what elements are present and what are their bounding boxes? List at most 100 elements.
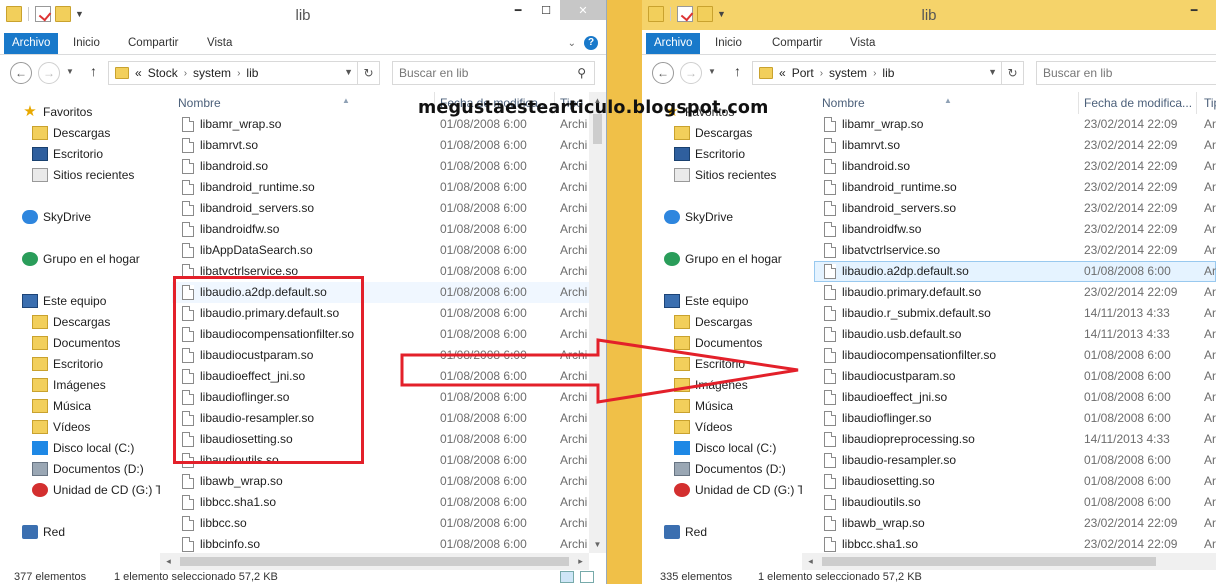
chevron-right-icon[interactable]: › (873, 68, 876, 79)
tab-home[interactable]: Inicio (66, 33, 107, 54)
expand-ribbon-icon[interactable]: ⌄ (568, 38, 576, 49)
file-row[interactable]: libandroidfw.so 23/02/2014 22:09 Ar (814, 219, 1216, 240)
chevron-right-icon[interactable]: › (184, 68, 187, 79)
file-row[interactable]: libandroid_servers.so 23/02/2014 22:09 Ar (814, 198, 1216, 219)
file-row[interactable]: libandroid_runtime.so 01/08/2008 6:00 Arch… (172, 177, 589, 198)
tab-file[interactable]: Archivo (4, 33, 59, 54)
file-row[interactable]: libaudiocustparam.so 01/08/2008 6:00 Archi (172, 345, 589, 366)
tab-file[interactable]: Archivo (646, 33, 701, 54)
scroll-left-icon[interactable]: ◂ (802, 553, 819, 570)
breadcrumb-port[interactable]: Port (792, 66, 814, 80)
nav-item[interactable]: Vídeos (32, 417, 90, 437)
refresh-icon[interactable]: ↻ (1001, 62, 1023, 84)
address-bar[interactable]: « Stock › system › lib ▼ ↻ (108, 61, 380, 85)
nav-item[interactable]: Escritorio (674, 354, 745, 374)
file-row[interactable]: libaudio.primary.default.so 01/08/2008 6:… (172, 303, 589, 324)
file-row[interactable]: libawb_wrap.so 23/02/2014 22:09 Ar (814, 513, 1216, 534)
column-divider[interactable] (1078, 92, 1079, 114)
nav-item[interactable]: Vídeos (674, 417, 732, 437)
large-icons-view-icon[interactable] (580, 571, 594, 583)
nav-item[interactable]: Grupo en el hogar (22, 249, 140, 269)
scroll-down-icon[interactable]: ▼ (589, 536, 606, 553)
maximize-icon[interactable]: ☐ (1208, 0, 1216, 20)
breadcrumb-lib[interactable]: lib (882, 66, 894, 80)
nav-item[interactable]: Descargas (32, 123, 110, 143)
maximize-icon[interactable]: ☐ (532, 0, 560, 20)
minimize-icon[interactable]: ━ (504, 0, 532, 20)
column-divider[interactable] (1196, 92, 1197, 114)
nav-item[interactable]: Imágenes (32, 375, 106, 395)
nav-item[interactable]: Este equipo (664, 291, 748, 311)
file-row[interactable]: libandroid_servers.so 01/08/2008 6:00 Arch… (172, 198, 589, 219)
file-row[interactable]: libaudioflinger.so 01/08/2008 6:00 Archi (172, 387, 589, 408)
file-row[interactable]: libaudiosetting.so 01/08/2008 6:00 Ar (814, 471, 1216, 492)
breadcrumb-stock[interactable]: Stock (148, 66, 178, 80)
nav-item[interactable]: Descargas (674, 123, 752, 143)
search-icon[interactable]: ⚲ (577, 66, 586, 80)
file-row[interactable]: libaudio.primary.default.so 23/02/2014 22… (814, 282, 1216, 303)
file-row[interactable]: libandroidfw.so 01/08/2008 6:00 Archi (172, 219, 589, 240)
breadcrumb-system[interactable]: system (829, 66, 867, 80)
file-row[interactable]: libaudio.r_submix.default.so 14/11/2013 4… (814, 303, 1216, 324)
tab-view[interactable]: Vista (843, 33, 882, 54)
file-row[interactable]: libbcc.sha1.so 23/02/2014 22:09 Ar (814, 534, 1216, 553)
file-row[interactable]: libaudioflinger.so 01/08/2008 6:00 Ar (814, 408, 1216, 429)
chevron-down-icon[interactable]: ▼ (988, 67, 997, 77)
file-row[interactable]: libaudio.a2dp.default.so 01/08/2008 6:00 A… (814, 261, 1216, 282)
file-row[interactable]: libaudiocompensationfilter.so 01/08/2008 … (814, 345, 1216, 366)
chevron-down-icon[interactable]: ▼ (344, 67, 353, 77)
tab-share[interactable]: Compartir (765, 33, 829, 54)
breadcrumb-overflow[interactable]: « (135, 66, 142, 80)
file-row[interactable]: libaudio-resampler.so 01/08/2008 6:00 Arch… (172, 408, 589, 429)
scroll-right-icon[interactable]: ▸ (572, 553, 589, 570)
nav-item[interactable]: SkyDrive (664, 207, 733, 227)
close-icon[interactable]: ✕ (560, 0, 606, 20)
chevron-right-icon[interactable]: › (237, 68, 240, 79)
back-icon[interactable]: ← (652, 62, 674, 84)
back-icon[interactable]: ← (10, 62, 32, 84)
tab-view[interactable]: Vista (200, 33, 239, 54)
file-row[interactable]: libaudioeffect_jni.so 01/08/2008 6:00 Arch… (172, 366, 589, 387)
file-row[interactable]: libatvctrlservice.so 01/08/2008 6:00 Archi (172, 261, 589, 282)
column-type[interactable]: Tip (1204, 96, 1216, 110)
column-name[interactable]: Nombre (822, 96, 865, 110)
file-row[interactable]: libbcc.so 01/08/2008 6:00 Archi (172, 513, 589, 534)
nav-item[interactable]: Documentos (674, 333, 762, 353)
scroll-thumb[interactable] (822, 557, 1156, 566)
nav-item[interactable]: Documentos (D:) (32, 459, 144, 479)
file-row[interactable]: libaudiocompensationfilter.so 01/08/2008 … (172, 324, 589, 345)
minimize-icon[interactable]: ━ (1180, 0, 1208, 20)
breadcrumb-system[interactable]: system (193, 66, 231, 80)
details-view-icon[interactable] (560, 571, 574, 583)
scroll-left-icon[interactable]: ◂ (160, 553, 177, 570)
column-date[interactable]: Fecha de modifica... (1084, 96, 1192, 110)
horizontal-scrollbar[interactable]: ◂ ▸ (160, 553, 589, 570)
file-row[interactable]: libaudioutils.so 01/08/2008 6:00 Ar (814, 492, 1216, 513)
breadcrumb-overflow[interactable]: « (779, 66, 786, 80)
recent-locations-icon[interactable]: ▼ (66, 67, 74, 76)
up-icon[interactable]: ↑ (90, 63, 97, 79)
nav-item[interactable]: Escritorio (32, 144, 103, 164)
chevron-right-icon[interactable]: › (820, 68, 823, 79)
file-row[interactable]: libaudiopreprocessing.so 14/11/2013 4:33 A… (814, 429, 1216, 450)
forward-icon[interactable]: → (38, 62, 60, 84)
help-icon[interactable]: ? (584, 36, 598, 50)
search-input[interactable]: Buscar en lib ⚲ (392, 61, 595, 85)
file-row[interactable]: libaudio.a2dp.default.so 01/08/2008 6:00 A… (172, 282, 589, 303)
scroll-thumb[interactable] (593, 114, 602, 144)
file-row[interactable]: libaudioutils.so 01/08/2008 6:00 Archi (172, 450, 589, 471)
file-row[interactable]: libandroid.so 23/02/2014 22:09 Ar (814, 156, 1216, 177)
refresh-icon[interactable]: ↻ (357, 62, 379, 84)
file-row[interactable]: libamrvt.so 23/02/2014 22:09 Ar (814, 135, 1216, 156)
nav-item[interactable]: Sitios recientes (674, 165, 776, 185)
nav-item[interactable]: Descargas (674, 312, 752, 332)
file-row[interactable]: libbcinfo.so 01/08/2008 6:00 Archi (172, 534, 589, 553)
nav-item[interactable]: Escritorio (32, 354, 103, 374)
file-row[interactable]: libawb_wrap.so 01/08/2008 6:00 Archi (172, 471, 589, 492)
horizontal-scrollbar[interactable]: ◂ (802, 553, 1216, 570)
nav-item[interactable]: Red (22, 522, 65, 542)
file-row[interactable]: libbcc.sha1.so 01/08/2008 6:00 Archi (172, 492, 589, 513)
column-name[interactable]: Nombre (178, 96, 221, 110)
file-row[interactable]: libamrvt.so 01/08/2008 6:00 Archi (172, 135, 589, 156)
file-row[interactable]: libaudiocustparam.so 01/08/2008 6:00 Ar (814, 366, 1216, 387)
